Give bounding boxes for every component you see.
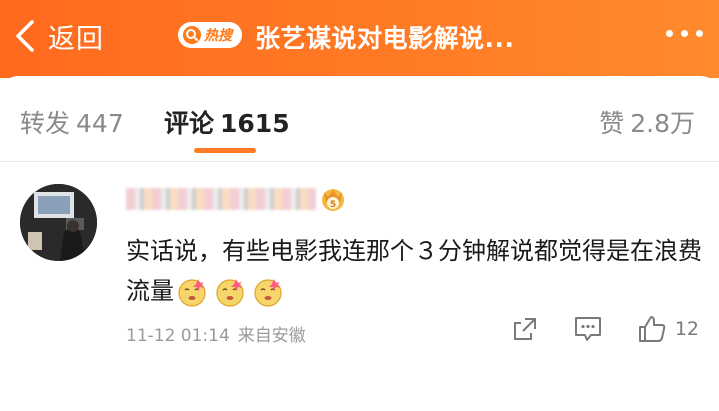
active-tab-indicator	[194, 148, 256, 153]
avatar[interactable]	[20, 184, 97, 261]
hot-search-badge[interactable]: 热搜	[178, 22, 242, 48]
reply-button[interactable]	[573, 315, 637, 343]
comment-meta: 11-12 01:14 来自安徽	[126, 321, 306, 346]
tab-like[interactable]: 赞 2.8万	[599, 104, 695, 140]
back-label: 返回	[48, 23, 104, 55]
vip-badge-icon: 5	[322, 189, 344, 211]
doge-dizzy-icon	[216, 279, 244, 307]
hot-search-label: 热搜	[204, 28, 232, 44]
content-sheet: 转发 447 评论 1615 赞 2.8万 5 实话说，有些电影我连那个３分钟解…	[0, 76, 719, 411]
top-bar: 返回 热搜 张艺谋说对电影解说...	[0, 0, 719, 78]
comment-source: 来自安徽	[237, 326, 306, 346]
comment-actions: 12	[511, 314, 699, 344]
more-dot-icon	[696, 30, 703, 37]
comment-body: 实话说，有些电影我连那个３分钟解说都觉得是在浪费流量	[126, 231, 706, 311]
tab-comment-count: 1615	[220, 109, 290, 138]
comment-date: 11-12 01:14	[126, 326, 230, 346]
doge-dizzy-icon	[178, 279, 206, 307]
more-button[interactable]	[666, 30, 703, 37]
username-blurred[interactable]	[126, 188, 316, 210]
page-title: 张艺谋说对电影解说...	[255, 24, 515, 53]
like-button[interactable]: 12	[637, 314, 699, 344]
tab-like-count: 2.8万	[630, 109, 695, 138]
tab-like-label: 赞	[599, 109, 625, 138]
tab-bar: 转发 447 评论 1615 赞 2.8万	[0, 76, 719, 158]
like-count: 12	[674, 318, 699, 340]
doge-dizzy-icon	[254, 279, 282, 307]
share-button[interactable]	[511, 315, 573, 343]
tab-comment-label: 评论	[164, 109, 215, 138]
tab-repost-label: 转发	[20, 109, 71, 138]
tab-comment[interactable]: 评论 1615	[164, 104, 290, 140]
chevron-left-icon	[16, 20, 34, 52]
share-icon	[513, 318, 536, 340]
thumbs-up-icon	[638, 316, 666, 342]
more-dot-icon	[666, 30, 673, 37]
divider	[0, 161, 719, 162]
comment-bubble-icon	[574, 317, 601, 341]
avatar-photo	[20, 184, 97, 261]
tab-repost[interactable]: 转发 447	[20, 104, 124, 140]
hot-search-icon	[183, 26, 201, 44]
back-button[interactable]: 返回	[12, 16, 104, 56]
comment-item: 5 实话说，有些电影我连那个３分钟解说都觉得是在浪费流量 11-12 01:14…	[0, 176, 719, 356]
more-dot-icon	[681, 30, 688, 37]
tab-repost-count: 447	[76, 109, 124, 138]
emoji-row	[176, 276, 284, 308]
svg-text:5: 5	[330, 200, 336, 210]
